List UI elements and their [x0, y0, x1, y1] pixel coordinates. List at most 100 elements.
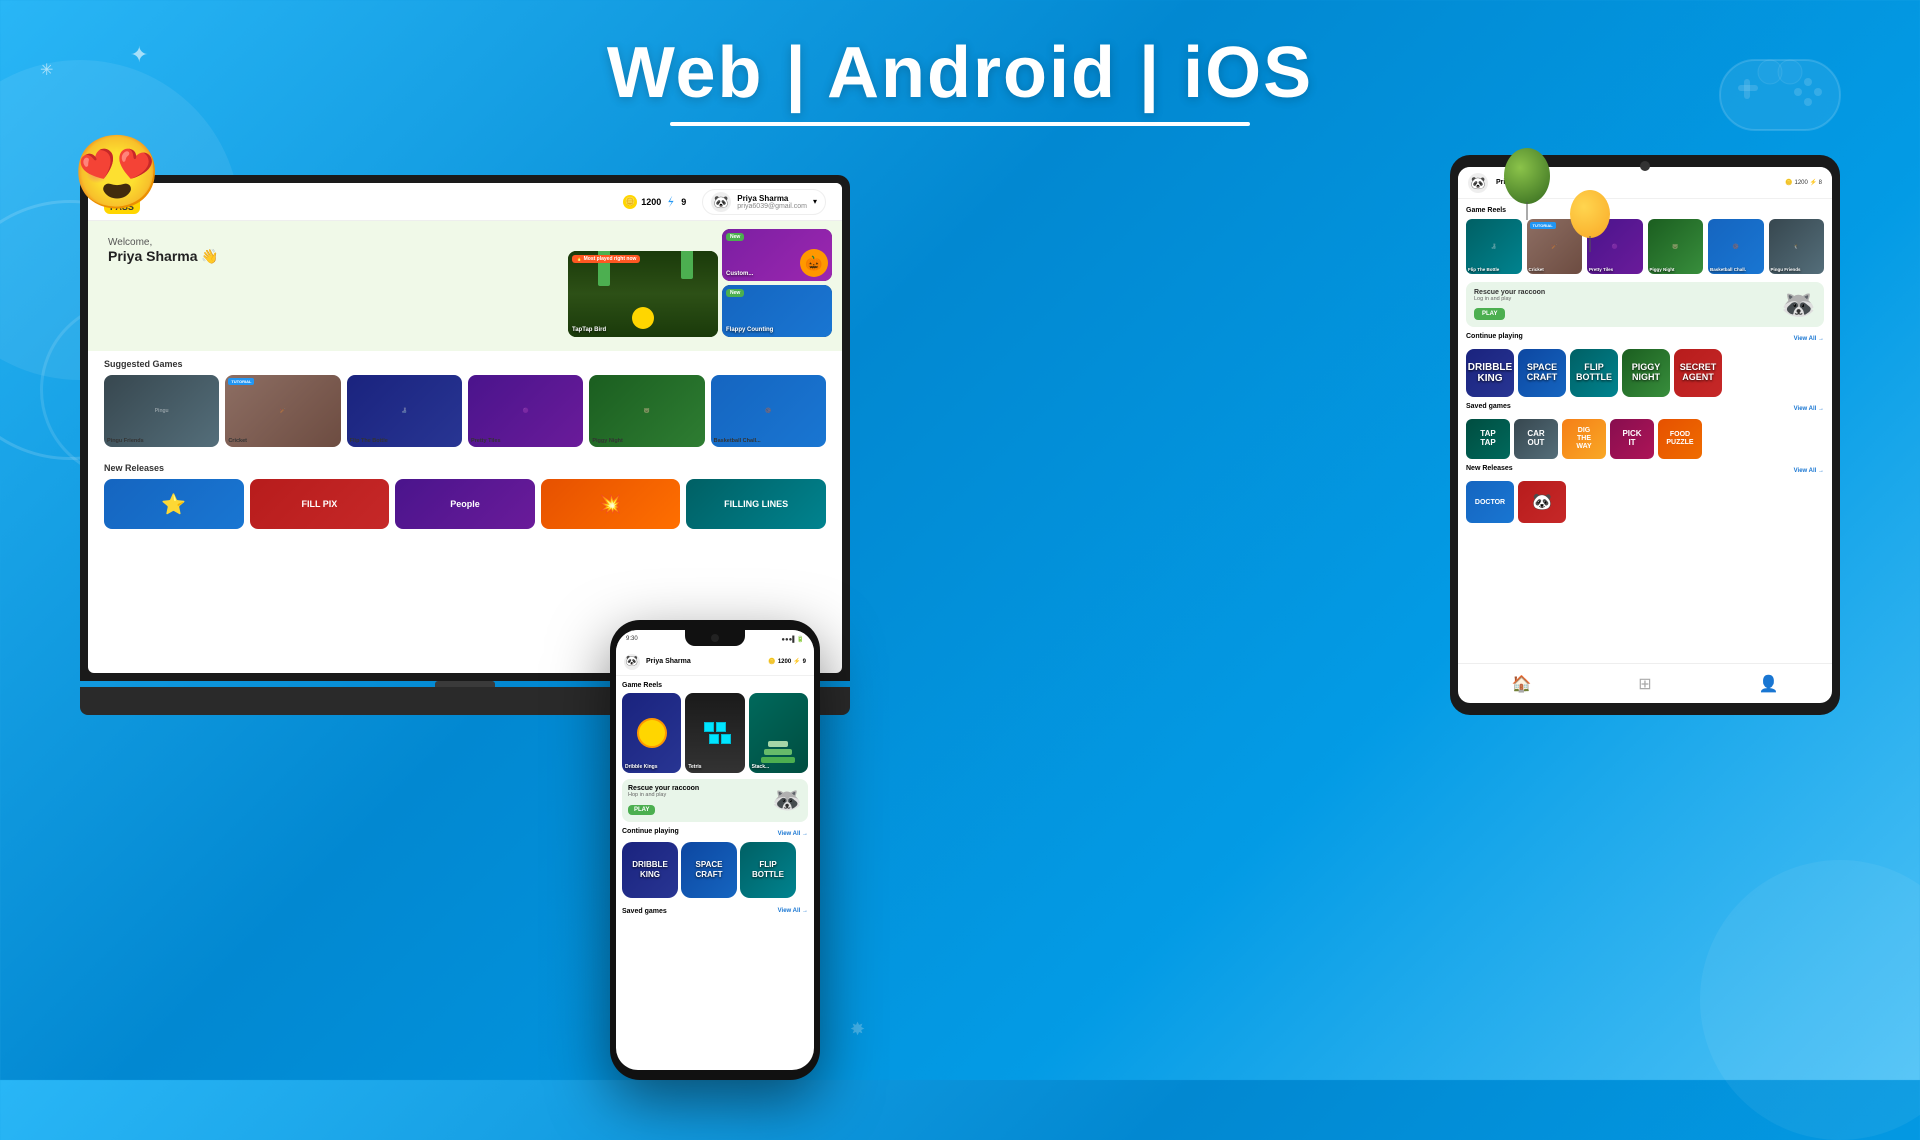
phone-continue-title: Continue playing [622, 828, 679, 835]
saved-food[interactable]: FOODPUZZLE [1658, 419, 1702, 459]
game-card-pingu[interactable]: Pingu Pingu Friends [104, 375, 219, 447]
tablet-status: 🪙 1200 ⚡ 8 [1785, 179, 1822, 186]
basketball-label: Basketball Chall... [714, 438, 823, 444]
tablet-avatar: 🐼 [1468, 173, 1488, 193]
game-card-basketball[interactable]: 🏀 Basketball Chall... [711, 375, 826, 447]
play-button[interactable]: PLAY [1474, 308, 1505, 320]
phone-reels: Dribble Kings [622, 693, 808, 773]
phone-username: Priya Sharma [646, 658, 691, 665]
phone-game-flip[interactable]: FLIPBOTTLE [740, 842, 796, 898]
reel-basket[interactable]: 🏀 Basketball Chall. [1708, 219, 1764, 274]
phone: 9:30 ●●●▌🔋 🐼 Priya Sharma 🪙 1200 ⚡ 9 [610, 620, 820, 1080]
nr-card-1[interactable]: ⭐ [104, 479, 244, 529]
tablet-outer: 🐼 Priya Sharma 🪙 1200 ⚡ 8 Game Reels 🍶 [1450, 155, 1840, 715]
phone-outer: 9:30 ●●●▌🔋 🐼 Priya Sharma 🪙 1200 ⚡ 9 [610, 620, 820, 1080]
phone-reel-stack[interactable]: Stack... [749, 693, 808, 773]
phone-reel-dribble[interactable]: Dribble Kings [622, 693, 681, 773]
coin-icon: 🪙 [623, 195, 637, 209]
tablet-bottom-nav: 🏠 ⊞ 👤 [1458, 663, 1832, 703]
controller-icon [1700, 30, 1860, 155]
phone-saved-view-all[interactable]: View All → [778, 908, 808, 914]
panda-avatar: 🐼 [711, 192, 731, 212]
saved-games-row: TAPTAP CAROUT DIGTHEWAY PICKIT FOODPUZZL [1466, 419, 1824, 459]
cricket-label: Cricket [228, 438, 337, 444]
game-card-pretty[interactable]: 🟣 Pretty Tiles [468, 375, 583, 447]
nr-card-4[interactable]: 💥 [541, 479, 681, 529]
reel-piggy[interactable]: 🐷 Piggy Night [1648, 219, 1704, 274]
tablet-nr-header: New Releases View All → [1466, 465, 1824, 477]
reel-flip[interactable]: 🍶 Flip The Bottle [1466, 219, 1522, 274]
saved-dig[interactable]: DIGTHEWAY [1562, 419, 1606, 459]
tablet-screen: 🐼 Priya Sharma 🪙 1200 ⚡ 8 Game Reels 🍶 [1458, 167, 1832, 703]
tablet-nr-row: DOCTOR 🐼 [1466, 481, 1824, 523]
tablet-reels: 🍶 Flip The Bottle TUTORIAL 🏏 Cricket 🟣 P… [1466, 219, 1824, 274]
phone-saved-header: Saved games View All → [622, 903, 808, 918]
nav-chevron: ▾ [813, 197, 817, 206]
phone-reel-dribble-label: Dribble Kings [625, 764, 658, 770]
continue-space[interactable]: SPACECRAFT [1518, 349, 1566, 397]
nr-card-5[interactable]: FILLING LINES [686, 479, 826, 529]
phone-view-all[interactable]: View All → [778, 831, 808, 837]
phone-raccoon: 🦝 [772, 786, 802, 815]
phone-screen: 9:30 ●●●▌🔋 🐼 Priya Sharma 🪙 1200 ⚡ 9 [616, 630, 814, 1070]
new-releases-section: New Releases ⭐ FILL PIX People 💥 [88, 455, 842, 537]
bolt-icon [665, 196, 677, 208]
phone-content: Game Reels Dribble Kings [616, 676, 814, 927]
tab-grid[interactable]: ⊞ [1638, 674, 1651, 694]
featured-title: TapTap Bird [572, 327, 606, 333]
reel-pretty-label: Pretty Tiles [1589, 267, 1641, 272]
phone-play-btn[interactable]: PLAY [628, 805, 655, 815]
phone-coins: 🪙 1200 ⚡ 9 [768, 658, 806, 665]
nav-user[interactable]: 🐼 Priya Sharma priya6039@gmail.com ▾ [702, 189, 826, 215]
main-title: Web | Android | iOS [0, 32, 1920, 114]
emoji-heart: 😍 [72, 130, 162, 215]
balloon-yellow [1570, 190, 1610, 238]
tablet-nr-title: New Releases [1466, 465, 1513, 472]
tablet-content: Game Reels 🍶 Flip The Bottle TUTORIAL 🏏 … [1458, 199, 1832, 663]
nav-email: priya6039@gmail.com [737, 203, 807, 210]
saved-taptap[interactable]: TAPTAP [1466, 419, 1510, 459]
featured-main[interactable]: 🔥 Most played right now TapTap Bird [568, 251, 718, 337]
game-card-piggy[interactable]: 🐷 Piggy Night [589, 375, 704, 447]
phone-rescue-title: Rescue your raccoon [628, 785, 699, 792]
saved-carout[interactable]: CAROUT [1514, 419, 1558, 459]
featured-card-1[interactable]: New 🎃 Custom... [722, 229, 832, 281]
view-all-continue[interactable]: View All → [1794, 336, 1824, 342]
continue-secret[interactable]: SECRETAGENT [1674, 349, 1722, 397]
tab-home[interactable]: 🏠 [1511, 674, 1531, 694]
game-card-cricket[interactable]: TUTORIAL 🏏 Cricket [225, 375, 340, 447]
phone-notch [685, 630, 745, 646]
continue-dribble[interactable]: DRIBBLEKING [1466, 349, 1514, 397]
continue-flip[interactable]: FLIPBOTTLE [1570, 349, 1618, 397]
flip-label: Flip The Bottle [350, 438, 459, 444]
phone-time: 9:30 [626, 636, 638, 642]
phone-nav: 🐼 Priya Sharma 🪙 1200 ⚡ 9 [616, 648, 814, 676]
reel-piggy-label: Piggy Night [1650, 267, 1702, 272]
featured-card-2[interactable]: New Flappy Counting [722, 285, 832, 337]
raccoon-emoji: 🦝 [1781, 288, 1816, 321]
view-all-nr[interactable]: View All → [1794, 468, 1824, 474]
tab-profile[interactable]: 👤 [1759, 674, 1779, 694]
new-releases-title: New Releases [104, 463, 826, 473]
saved-pickit[interactable]: PICKIT [1610, 419, 1654, 459]
pingu-label: Pingu Friends [107, 438, 216, 444]
phone-signal: ●●●▌🔋 [781, 636, 804, 643]
phone-reels-title: Game Reels [622, 682, 808, 689]
continue-piggy[interactable]: PIGGYNIGHT [1622, 349, 1670, 397]
nr-card-2[interactable]: FILL PIX [250, 479, 390, 529]
tablet-nr-doctor[interactable]: DOCTOR [1466, 481, 1514, 523]
game-card-flip[interactable]: 🍶 Flip The Bottle [347, 375, 462, 447]
laptop-screen-outer: TIME PASS 🪙 1200 9 🐼 Priya Sharma priya6 [80, 175, 850, 681]
phone-saved-title: Saved games [622, 908, 667, 915]
rescue-title: Rescue your raccoon [1474, 289, 1545, 296]
phone-reel-tetris[interactable]: Tetris [685, 693, 744, 773]
rescue-banner: Rescue your raccoon Log in and play PLAY… [1466, 282, 1824, 327]
nr-card-3[interactable]: People [395, 479, 535, 529]
phone-game-space[interactable]: SPACECRAFT [681, 842, 737, 898]
rescue-sub: Log in and play [1474, 296, 1545, 302]
view-all-saved[interactable]: View All → [1794, 406, 1824, 412]
phone-game-dribble[interactable]: DRIBBLEKING [622, 842, 678, 898]
reel-pingu[interactable]: 🐧 Pingu Friends [1769, 219, 1825, 274]
bolts-value: 9 [681, 197, 686, 207]
tablet-nr-card2[interactable]: 🐼 [1518, 481, 1566, 523]
